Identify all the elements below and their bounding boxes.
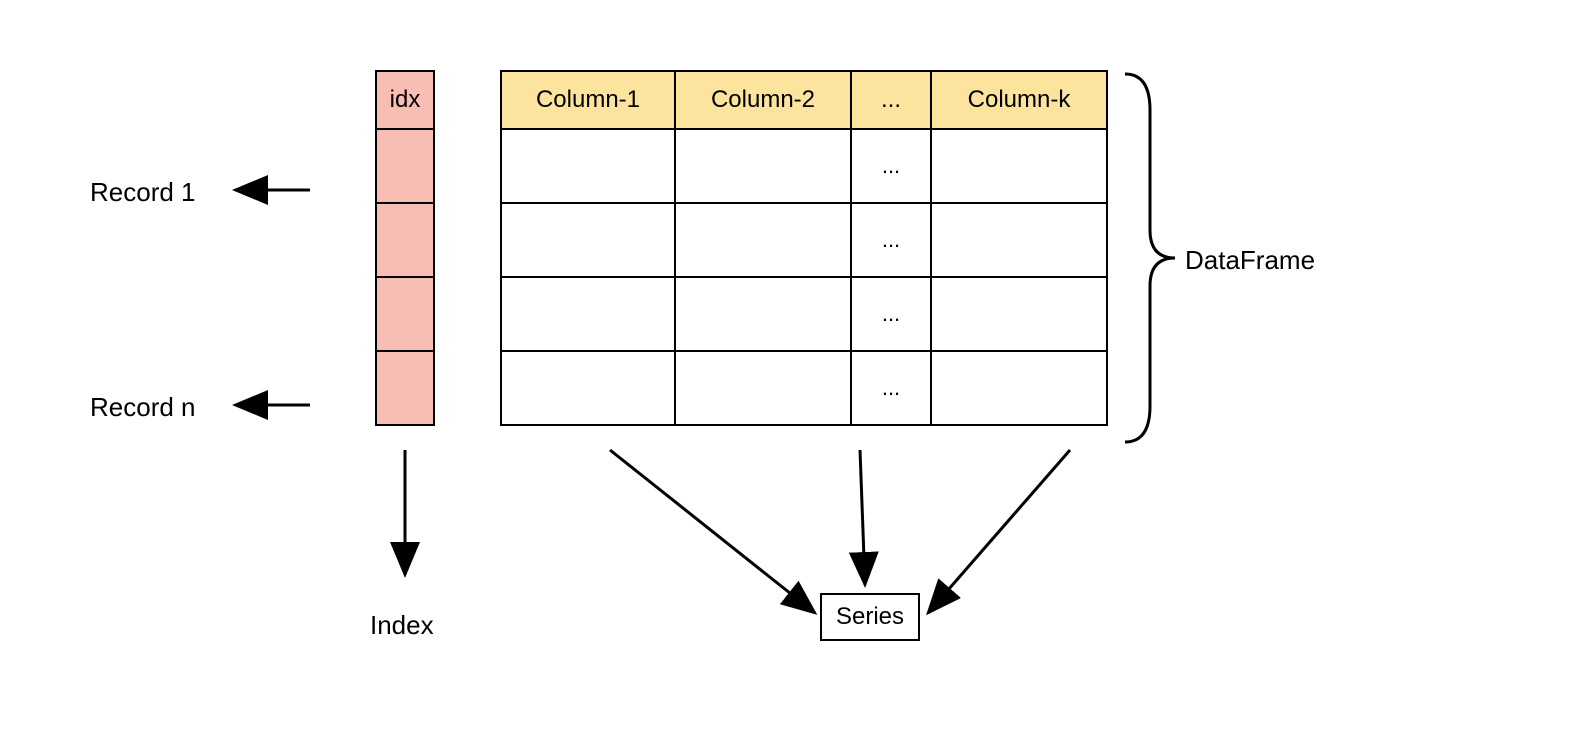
series-box: Series [820,593,920,641]
table-cell [676,130,852,204]
index-body-cell [375,278,435,352]
column-header: ... [852,70,932,130]
label-index: Index [370,610,434,641]
table-cell [932,204,1108,278]
table-cell [932,130,1108,204]
table-cell [500,130,676,204]
table-cell: ... [852,278,932,352]
label-record-1: Record 1 [90,177,196,208]
table-cell: ... [852,352,932,426]
table-cell [500,204,676,278]
label-dataframe: DataFrame [1185,245,1315,276]
table-cell [676,278,852,352]
index-header-cell: idx [375,70,435,130]
table-cell [676,352,852,426]
table-row: ... [500,130,1108,204]
table-row: ... [500,352,1108,426]
table-row: ... [500,278,1108,352]
column-header: Column-1 [500,70,676,130]
index-body-cell [375,352,435,426]
table-cell: ... [852,130,932,204]
table-cell [676,204,852,278]
table-cell [500,352,676,426]
table-cell [932,278,1108,352]
table-cell: ... [852,204,932,278]
dataframe-table: Column-1 Column-2 ... Column-k ... ... .… [500,70,1108,426]
table-header-row: Column-1 Column-2 ... Column-k [500,70,1108,130]
label-record-n: Record n [90,392,196,423]
index-column: idx [375,70,435,426]
index-body-cell [375,204,435,278]
column-header: Column-k [932,70,1108,130]
table-cell [932,352,1108,426]
table-cell [500,278,676,352]
column-header: Column-2 [676,70,852,130]
table-row: ... [500,204,1108,278]
index-body-cell [375,130,435,204]
